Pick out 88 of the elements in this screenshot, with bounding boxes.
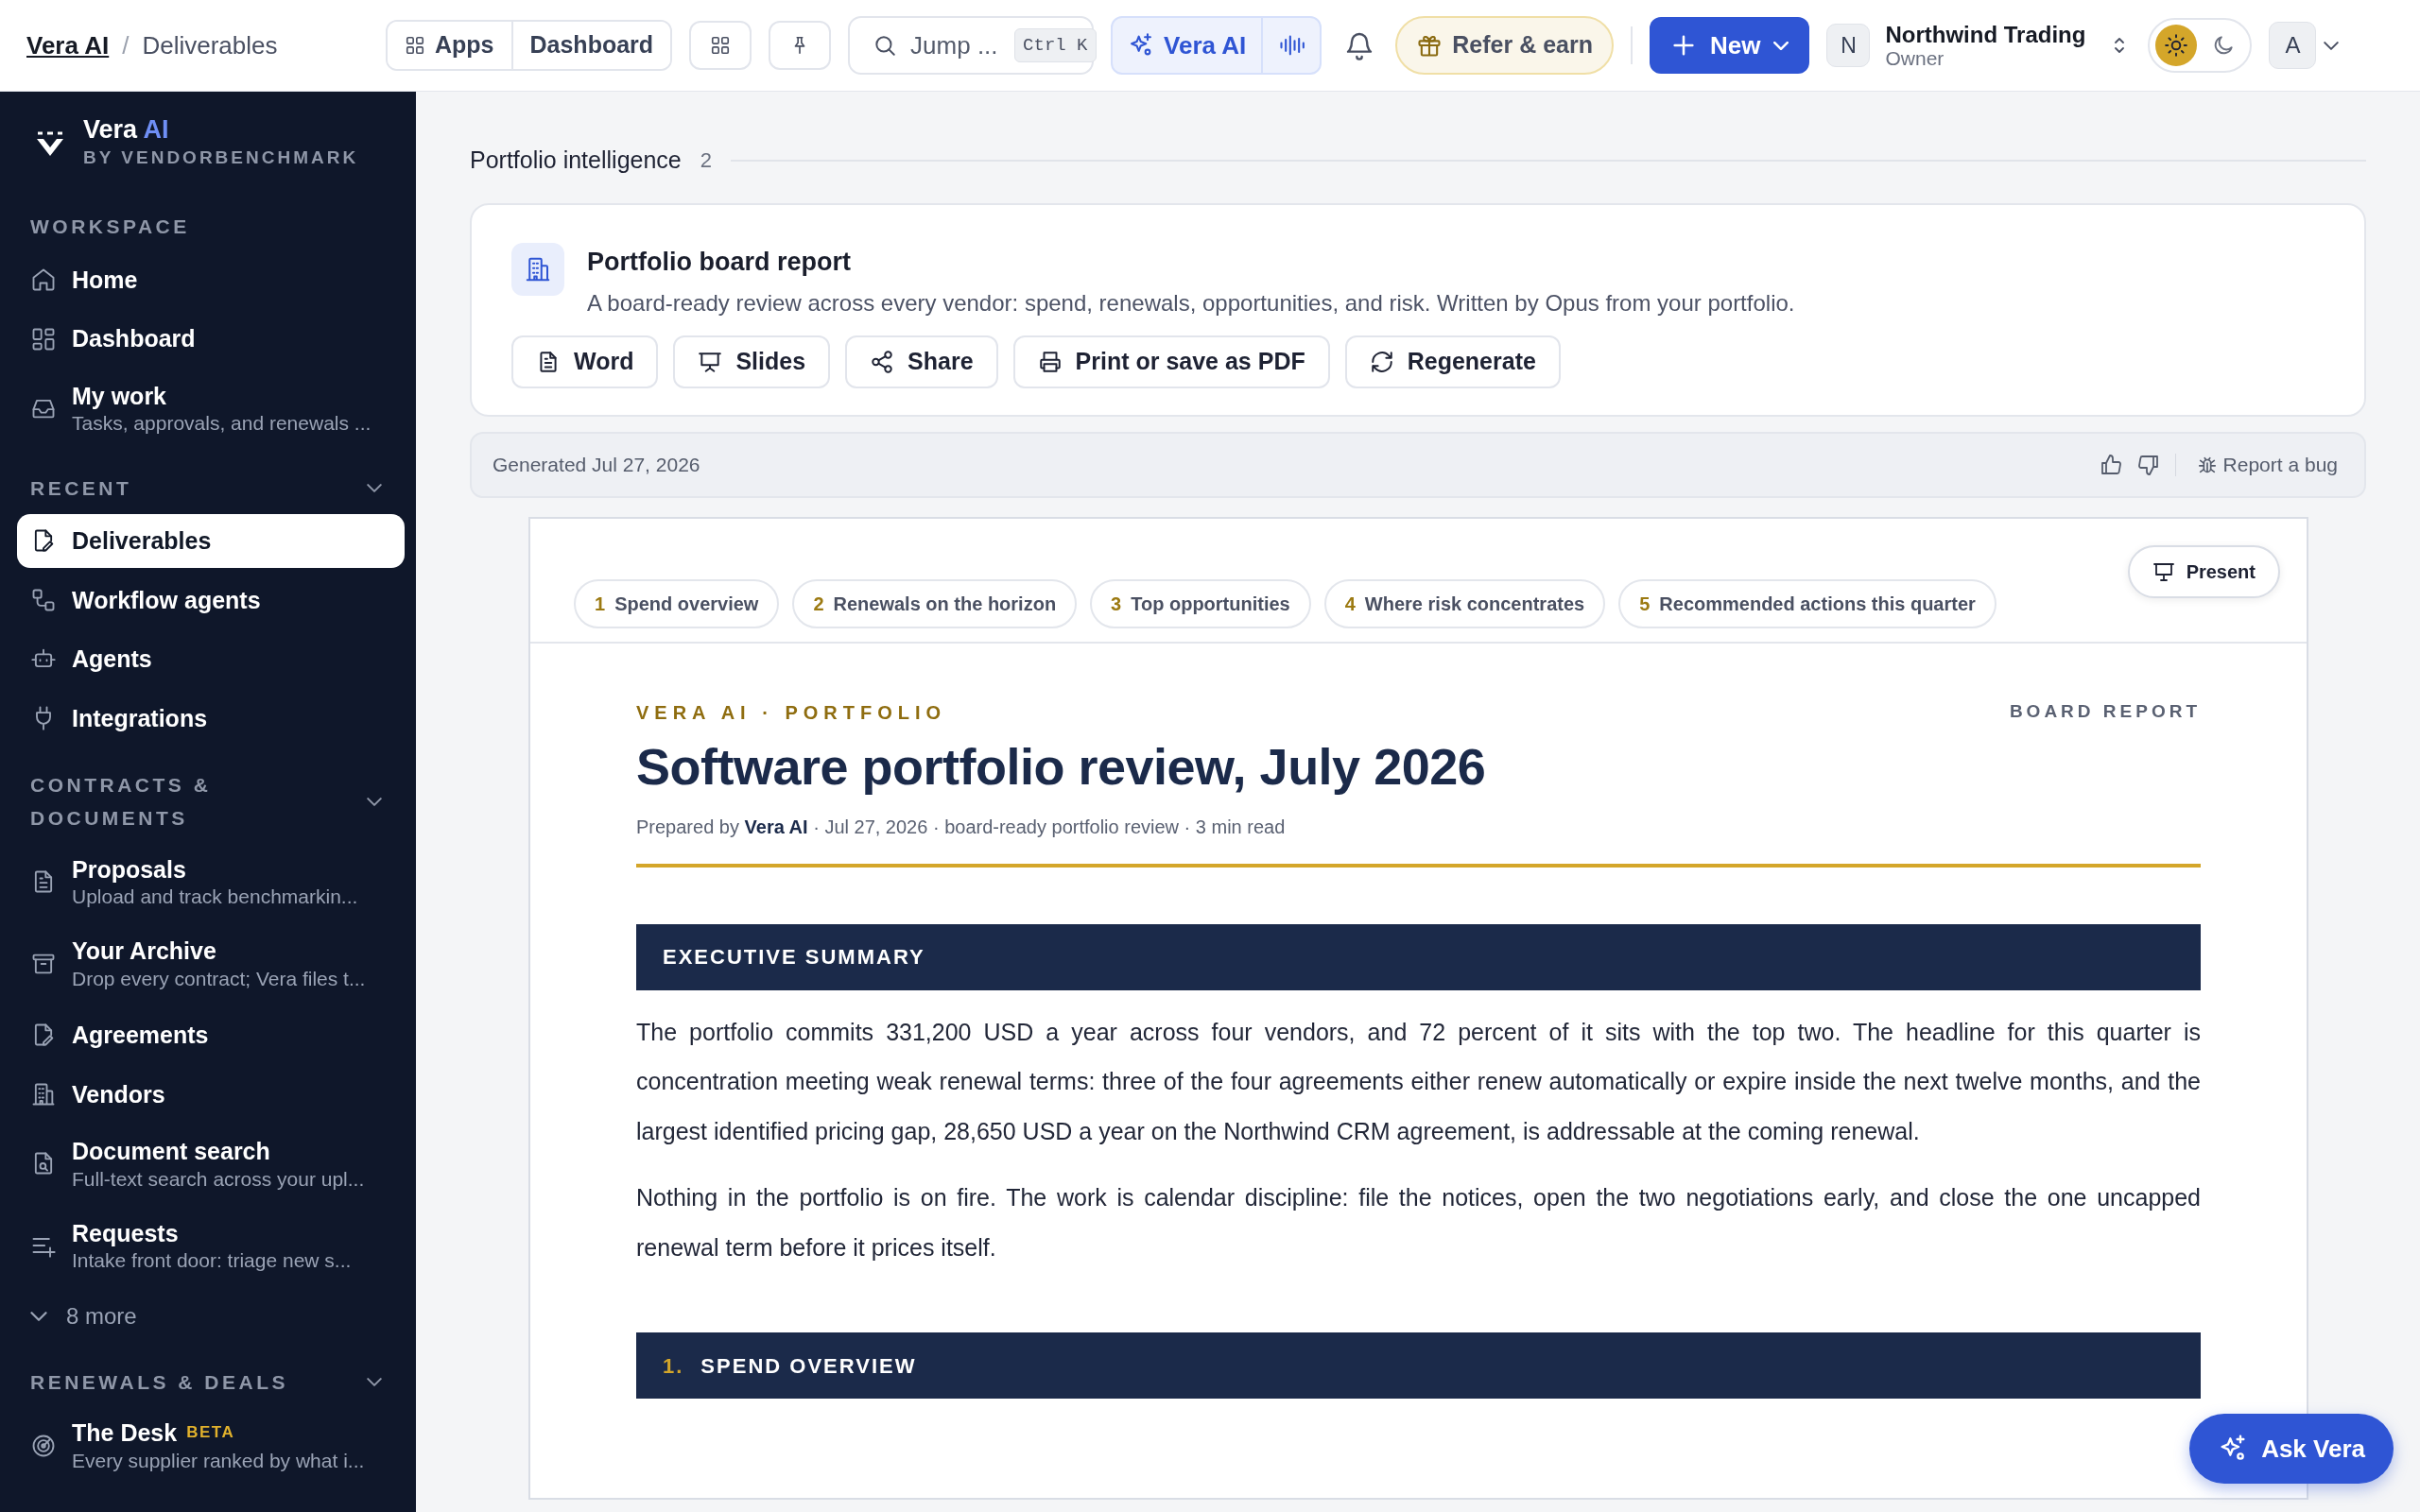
show-more-link[interactable]: 8 more bbox=[17, 1290, 405, 1342]
search-field[interactable]: Jump ... bbox=[908, 26, 1004, 65]
theme-option[interactable] bbox=[2155, 25, 2198, 66]
action-button[interactable]: Share bbox=[845, 335, 998, 388]
sidebar-item[interactable]: Requests Intake front door: triage new s... bbox=[17, 1208, 405, 1285]
chevron-icon bbox=[367, 484, 382, 493]
share-icon bbox=[870, 350, 895, 374]
sidebar-item[interactable]: Agreements bbox=[17, 1008, 405, 1062]
sidebar-item[interactable]: The Desk $^{BETA}$ Every supplier ranked by what i... bbox=[17, 1408, 405, 1485]
sidebar-item[interactable]: Integrations bbox=[17, 691, 405, 746]
document-title: Software portfolio review, July 2026 bbox=[636, 737, 1487, 797]
user-avatar[interactable]: A bbox=[2269, 22, 2317, 69]
present-button[interactable]: Present bbox=[2127, 545, 2280, 598]
paragraph: Nothing in the portfolio is on fire. The work is calendar discipline: file the notices, open the two negotiations early, and close the one uncapped renewal term before it prices itself. bbox=[636, 1183, 2201, 1263]
section-heading: WORKSPACE bbox=[30, 215, 190, 240]
section-link[interactable]: 1 Spend overview bbox=[574, 579, 780, 628]
caret-icon bbox=[1773, 41, 1789, 50]
shortcut-hint: Ctrl K bbox=[1014, 27, 1097, 63]
document-meta: Prepared by Vera AI · Jul 27, 2026 · board-ready portfolio review · 3 min read bbox=[636, 812, 2201, 868]
grid-button[interactable] bbox=[689, 21, 752, 70]
action-button[interactable]: Slides bbox=[673, 335, 831, 388]
brand-subtitle: BY VENDORBENCHMARK bbox=[83, 146, 359, 169]
sidebar-item[interactable]: Vendors bbox=[17, 1067, 405, 1121]
chevron-icon bbox=[367, 1378, 382, 1387]
action-button[interactable]: Regenerate bbox=[1344, 335, 1561, 388]
section-link[interactable]: 3 Top opportunities bbox=[1090, 579, 1311, 628]
refer-button[interactable]: Refer & earn bbox=[1395, 16, 1614, 75]
printer-icon bbox=[1037, 350, 1063, 374]
bug-icon bbox=[2196, 455, 2218, 475]
refresh-icon bbox=[1369, 350, 1394, 374]
like-button[interactable] bbox=[2099, 454, 2122, 476]
sidebar-item[interactable]: Document search Full-text search across your upl... bbox=[17, 1126, 405, 1203]
sidebar-item[interactable]: Proposals Upload and track benchmarkin... bbox=[17, 844, 405, 921]
section-link[interactable]: 4 Where risk concentrates bbox=[1323, 579, 1606, 628]
generated-date: Generated Jul 27, 2026 bbox=[493, 453, 700, 478]
breadcrumb-item[interactable]: Vera AI bbox=[26, 26, 110, 64]
dashboard-button[interactable]: Dashboard bbox=[510, 22, 671, 69]
grid-icon bbox=[405, 35, 425, 56]
grid-icon bbox=[710, 35, 732, 56]
collapse-toggle[interactable] bbox=[367, 1378, 382, 1387]
sidebar-item[interactable]: Deliverables bbox=[17, 514, 405, 568]
pin-button[interactable] bbox=[769, 21, 832, 70]
presentation-icon bbox=[2152, 560, 2175, 583]
section-heading-bar: 1. SPEND OVERVIEW bbox=[636, 1332, 2201, 1400]
sidebar-item[interactable]: My work Tasks, approvals, and renewals ... bbox=[17, 370, 405, 448]
section-heading: RENEWALS & DEALS bbox=[30, 1369, 288, 1395]
section-title: Portfolio intelligence bbox=[470, 146, 682, 175]
sidebar-item[interactable]: Your Archive Drop every contract; Vera files t... bbox=[17, 926, 405, 1003]
section-heading-bar: EXECUTIVE SUMMARY bbox=[636, 923, 2201, 990]
thumbs-down-icon bbox=[2136, 454, 2160, 476]
brand-name: Vera AI bbox=[83, 116, 170, 145]
org-avatar: N bbox=[1826, 24, 1871, 67]
section-link[interactable]: 5 Recommended actions this quarter bbox=[1618, 579, 1996, 628]
report-bug-button[interactable]: Report a bug bbox=[2190, 449, 2343, 481]
section-heading: RECENT bbox=[30, 475, 132, 501]
caret-icon bbox=[2324, 41, 2340, 50]
search-box[interactable]: Jump ... Ctrl K bbox=[848, 16, 1095, 75]
dislike-button[interactable] bbox=[2136, 454, 2160, 476]
breadcrumb-item: Deliverables bbox=[142, 29, 278, 61]
ask-assistant-button[interactable]: Ask Vera bbox=[2189, 1414, 2394, 1484]
sidebar-item[interactable]: Home bbox=[17, 252, 405, 307]
report-description: A board-ready review across every vendor: spend, renewals, opportunities, and risk. Written by Opus from your portfolio. bbox=[587, 289, 1795, 318]
breadcrumb-separator: / bbox=[122, 29, 130, 61]
thumbs-up-icon bbox=[2099, 454, 2122, 476]
paragraph: The portfolio commits 331,200 USD a year across four vendors, and 72 percent of it sits with the top two. The headline for this quarter is concentration meeting weak renewal terms: three of the four agreements either renew automatically or expire inside the next twelve months, and the largest identified pricing gap, 28,650 USD a year on the Northwind CRM agreement, is addressable at the coming renewal. bbox=[636, 1017, 2201, 1146]
assistant-button[interactable]: Vera AI bbox=[1113, 18, 1262, 73]
document-tag: BOARD REPORT bbox=[2009, 698, 2201, 727]
org-name[interactable]: Northwind Trading bbox=[1885, 21, 2086, 48]
report-title: Portfolio board report bbox=[587, 246, 852, 278]
action-button[interactable]: Word bbox=[511, 335, 659, 388]
sidebar-item[interactable]: Agents bbox=[17, 632, 405, 686]
sidebar-item[interactable]: Workflow agents bbox=[17, 573, 405, 627]
collapse-toggle[interactable] bbox=[367, 798, 382, 807]
collapse-toggle[interactable] bbox=[367, 484, 382, 493]
sun-icon bbox=[2164, 33, 2189, 58]
section-link[interactable]: 2 Renewals on the horizon bbox=[792, 579, 1078, 628]
chevron-icon bbox=[367, 798, 382, 807]
section-heading: CONTRACTS & DOCUMENTS bbox=[30, 773, 213, 831]
search-icon bbox=[873, 33, 898, 58]
action-button[interactable]: Print or save as PDF bbox=[1012, 335, 1330, 388]
document-kicker: VERA AI · PORTFOLIO bbox=[636, 701, 947, 725]
chevron-icon bbox=[30, 1311, 47, 1321]
sidebar-item[interactable]: Dashboard bbox=[17, 312, 405, 366]
beta-label: BETA bbox=[186, 1423, 235, 1442]
item-count: 2 bbox=[700, 147, 712, 175]
presentation-icon bbox=[698, 350, 723, 374]
org-role: Owner bbox=[1885, 47, 1945, 70]
new-button[interactable]: New bbox=[1650, 17, 1810, 74]
